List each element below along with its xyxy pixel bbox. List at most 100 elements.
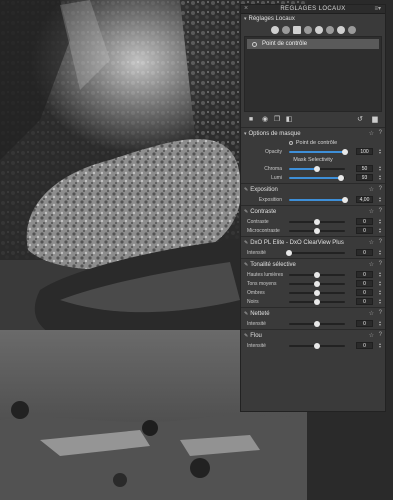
tons-moyens-slider-knob[interactable] xyxy=(314,281,320,287)
noirs-slider[interactable] xyxy=(289,299,345,305)
help-icon[interactable]: ? xyxy=(379,239,382,245)
nettete-slider-knob[interactable] xyxy=(314,321,320,327)
flou-slider[interactable] xyxy=(289,343,345,349)
stepper-icon[interactable]: ▴ ▾ xyxy=(379,342,381,349)
auto-mask-tool-icon[interactable] xyxy=(314,26,323,34)
trash-icon[interactable]: ▆ xyxy=(371,116,379,123)
flou-slider-knob[interactable] xyxy=(314,343,320,349)
stepper-icon[interactable]: ▴ ▾ xyxy=(379,148,381,155)
eye-tool-icon[interactable] xyxy=(347,26,356,34)
contraste-slider[interactable] xyxy=(289,219,345,225)
stepper-icon[interactable]: ▴ ▾ xyxy=(379,289,381,296)
pin-icon[interactable]: ✎ xyxy=(244,333,248,339)
stepper-icon[interactable]: ▴ ▾ xyxy=(379,271,381,278)
hautes-lumieres-slider[interactable] xyxy=(289,272,345,278)
pin-icon[interactable]: ✎ xyxy=(244,262,248,268)
ombres-slider[interactable] xyxy=(289,290,345,296)
opacity-slider-knob[interactable] xyxy=(342,149,348,155)
tons-moyens-value[interactable]: 0 xyxy=(356,280,373,287)
mask-options-header[interactable]: ▾ Options de masque ☆ ? xyxy=(241,129,385,139)
chroma-slider[interactable] xyxy=(289,166,345,172)
collapse-arrow-icon[interactable]: ▾ xyxy=(244,131,247,137)
help-icon[interactable]: ? xyxy=(379,261,382,267)
stepper-icon[interactable]: ▴ ▾ xyxy=(379,165,381,172)
nettete-slider[interactable] xyxy=(289,321,345,327)
reset-icon[interactable]: ↺ xyxy=(356,116,364,123)
favorite-icon[interactable]: ☆ xyxy=(369,332,374,339)
chroma-slider-knob[interactable] xyxy=(314,166,320,172)
help-icon[interactable]: ? xyxy=(379,130,382,136)
stepper-icon[interactable]: ▴ ▾ xyxy=(379,218,381,225)
microcontraste-value[interactable]: 0 xyxy=(356,227,373,234)
help-icon[interactable]: ? xyxy=(379,186,382,192)
favorite-icon[interactable]: ☆ xyxy=(369,186,374,193)
pin-icon[interactable]: ✎ xyxy=(244,240,248,246)
flou-header[interactable]: ✎ Flou ☆ ? xyxy=(241,331,385,341)
hautes-lumieres-slider-knob[interactable] xyxy=(314,272,320,278)
exposition-slider-knob[interactable] xyxy=(342,197,348,203)
stepper-icon[interactable]: ▴ ▾ xyxy=(379,320,381,327)
pin-tool-icon[interactable] xyxy=(336,26,345,34)
stepper-icon[interactable]: ▴ ▾ xyxy=(379,196,381,203)
opacity-value[interactable]: 100 xyxy=(356,148,373,155)
help-icon[interactable]: ? xyxy=(379,310,382,316)
exposition-header[interactable]: ✎ Exposition ☆ ? xyxy=(241,185,385,195)
invert-icon[interactable]: ◧ xyxy=(285,116,293,123)
clearview-slider[interactable] xyxy=(286,250,345,256)
contraste-header[interactable]: ✎ Contraste ☆ ? xyxy=(241,207,385,217)
tonalite-header[interactable]: ✎ Tonalité sélective ☆ ? xyxy=(241,260,385,270)
eraser-tool-icon[interactable] xyxy=(303,26,312,34)
brush-tool-icon[interactable] xyxy=(292,26,301,34)
favorite-icon[interactable]: ☆ xyxy=(369,261,374,268)
stepper-icon[interactable]: ▴ ▾ xyxy=(379,227,381,234)
mask-square-icon[interactable]: ■ xyxy=(247,116,255,123)
panel-menu-icon[interactable]: ≡▾ xyxy=(374,5,381,12)
pin-icon[interactable]: ✎ xyxy=(244,187,248,193)
clearview-slider-knob[interactable] xyxy=(286,250,292,256)
microcontraste-slider[interactable] xyxy=(289,228,345,234)
lumi-slider-knob[interactable] xyxy=(338,175,345,181)
nettete-value[interactable]: 0 xyxy=(356,320,373,327)
hautes-lumieres-value[interactable]: 0 xyxy=(356,271,373,278)
lumi-value[interactable]: 93 xyxy=(356,174,373,181)
gradient-tool-icon[interactable] xyxy=(281,26,290,34)
flou-label: Flou xyxy=(250,333,262,339)
help-icon[interactable]: ? xyxy=(379,208,382,214)
nettete-header[interactable]: ✎ Netteté ☆ ? xyxy=(241,309,385,319)
collapse-arrow-icon[interactable]: ▾ xyxy=(244,16,247,22)
local-adjustments-header[interactable]: ▾ Réglages Locaux xyxy=(241,14,385,24)
opacity-slider[interactable] xyxy=(289,149,348,155)
help-icon[interactable]: ? xyxy=(379,332,382,338)
microcontraste-slider-knob[interactable] xyxy=(314,228,320,234)
pin-icon[interactable]: ✎ xyxy=(244,209,248,215)
mask-item-control-point[interactable]: Point de contrôle xyxy=(247,39,379,49)
eye-icon[interactable]: ◉ xyxy=(261,116,269,123)
exposition-value[interactable]: 4,00 xyxy=(356,196,373,203)
tons-moyens-slider[interactable] xyxy=(289,281,345,287)
flou-value[interactable]: 0 xyxy=(356,342,373,349)
chroma-value[interactable]: 50 xyxy=(356,165,373,172)
stepper-icon[interactable]: ▴ ▾ xyxy=(379,174,381,181)
contraste-value[interactable]: 0 xyxy=(356,218,373,225)
noirs-value[interactable]: 0 xyxy=(356,298,373,305)
mask-list[interactable]: Point de contrôle xyxy=(244,36,382,112)
lumi-slider[interactable] xyxy=(289,175,345,181)
favorite-icon[interactable]: ☆ xyxy=(369,239,374,246)
favorite-icon[interactable]: ☆ xyxy=(369,208,374,215)
contraste-slider-knob[interactable] xyxy=(314,219,320,225)
clearview-header[interactable]: ✎ DxO PL Elite - DxO ClearView Plus ☆ ? xyxy=(241,238,385,248)
exposition-slider[interactable] xyxy=(289,197,348,203)
duplicate-icon[interactable]: ❐ xyxy=(273,116,281,123)
favorite-icon[interactable]: ☆ xyxy=(369,310,374,317)
noirs-slider-knob[interactable] xyxy=(314,299,320,305)
stepper-icon[interactable]: ▴ ▾ xyxy=(379,280,381,287)
control-point-tool-icon[interactable] xyxy=(270,26,279,34)
clearview-value[interactable]: 0 xyxy=(356,249,373,256)
eyedropper-tool-icon[interactable] xyxy=(325,26,334,34)
favorite-icon[interactable]: ☆ xyxy=(369,130,374,137)
stepper-icon[interactable]: ▴ ▾ xyxy=(379,249,381,256)
pin-icon[interactable]: ✎ xyxy=(244,311,248,317)
ombres-slider-knob[interactable] xyxy=(314,290,320,296)
ombres-value[interactable]: 0 xyxy=(356,289,373,296)
stepper-icon[interactable]: ▴ ▾ xyxy=(379,298,381,305)
